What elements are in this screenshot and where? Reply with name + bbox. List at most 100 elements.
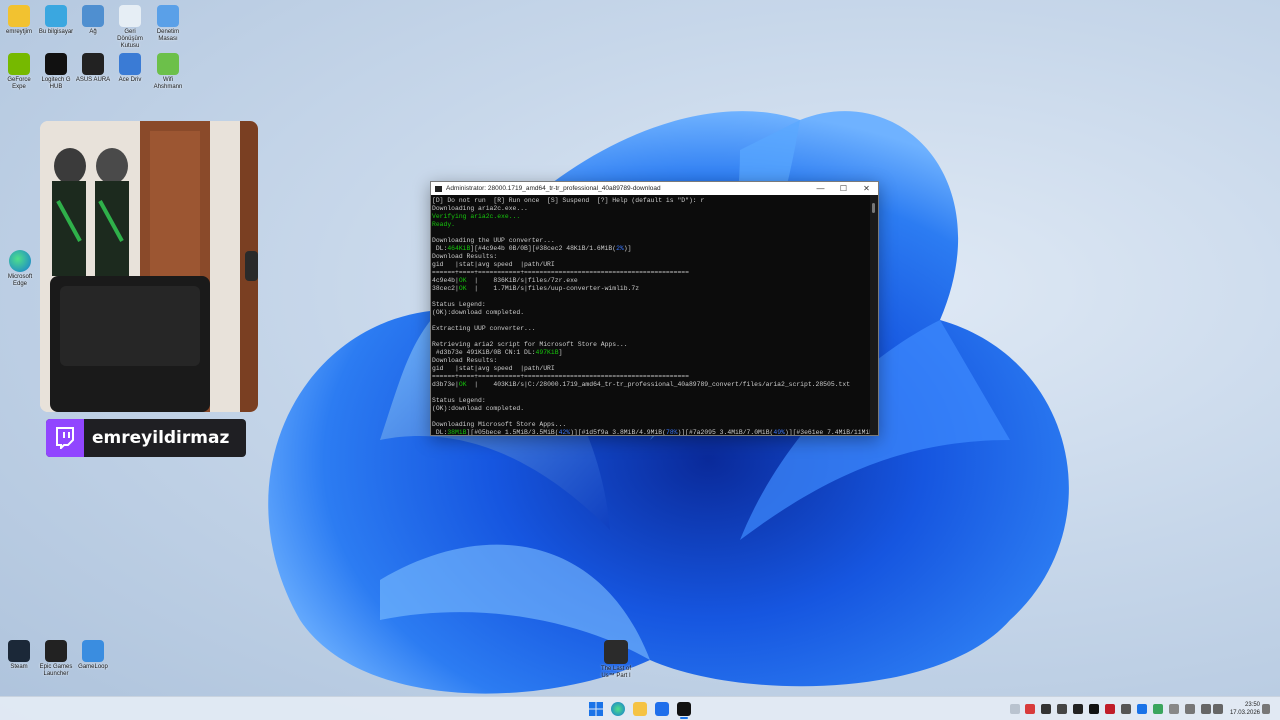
microphone-icon[interactable]	[1185, 704, 1195, 714]
terminal-line: DL:38MiB][#05bece 1.5MiB/3.5MiB(42%)][#1…	[432, 429, 870, 435]
terminal-line: 38cec2|OK | 1.7MiB/s|files/uup-converter…	[432, 285, 869, 293]
terminal-text: )]	[623, 245, 632, 252]
terminal-line: Downloading Microsoft Store Apps...	[432, 421, 869, 429]
terminal-text: 42%	[558, 429, 571, 435]
maximize-button[interactable]: ☐	[832, 184, 855, 193]
desktop-icon[interactable]: emreytjim	[1, 5, 37, 36]
game-icon	[604, 640, 628, 664]
terminal-text: ======+====+===========+================…	[432, 373, 689, 380]
bluetooth-icon[interactable]	[1137, 704, 1147, 714]
terminal-text: 464KiB	[447, 245, 471, 252]
terminal-line: gid |stat|avg speed |path/URI	[432, 261, 869, 269]
terminal-line: Retrieving aria2 script for Microsoft St…	[432, 341, 869, 349]
tray-steam-icon[interactable]	[1041, 704, 1051, 714]
terminal-text: 2%	[616, 245, 624, 252]
terminal-text: 49%	[773, 429, 785, 435]
desktop-icon[interactable]: ASUS AURA	[75, 53, 111, 84]
network-icon[interactable]	[1201, 704, 1211, 714]
twitch-username: emreyildirmaz	[92, 428, 230, 448]
desktop-icon[interactable]: Wifi Ahshmann	[150, 53, 186, 91]
active-indicator	[680, 717, 688, 719]
desktop-icon[interactable]: Steam	[1, 640, 37, 671]
terminal-line: gid |stat|avg speed |path/URI	[432, 365, 869, 373]
desktop-icon[interactable]: Denetim Masası	[150, 5, 186, 43]
terminal-text: Retrieving aria2 script for Microsoft St…	[432, 341, 628, 348]
terminal-text: Downloading Microsoft Store Apps...	[432, 421, 567, 428]
terminal-text: ][#05bece 1.5MiB/3.5MiB(	[466, 429, 559, 435]
terminal-text: Status Legend:	[432, 397, 486, 404]
tray-app-icon[interactable]	[1057, 704, 1067, 714]
store-icon[interactable]	[655, 702, 669, 716]
app-icon	[8, 5, 30, 27]
terminal-line: Downloading the UUP converter...	[432, 237, 869, 245]
app-icon	[119, 53, 141, 75]
tray-app-icon[interactable]	[1025, 704, 1035, 714]
terminal-text: #d3b73e 491KiB/0B CN:1 DL:	[432, 349, 536, 356]
file-explorer-icon[interactable]	[633, 702, 647, 716]
clock[interactable]: 23:50 17.03.2026	[1230, 701, 1260, 717]
desktop-icon-label: Bu bilgisayar	[38, 29, 74, 35]
desktop-icon-game[interactable]: The Last of Us™ Part I	[598, 640, 634, 680]
desktop-icon-label: The Last of Us™ Part I	[600, 666, 632, 679]
terminal-titlebar[interactable]: Administrator: 28000.1719_amd64_tr-tr_pr…	[431, 182, 878, 195]
usb-icon[interactable]	[1169, 704, 1179, 714]
terminal-output[interactable]: [D] Do not run [R] Run once [S] Suspend …	[431, 195, 870, 435]
terminal-text: Extracting UUP converter...	[432, 325, 536, 332]
terminal-text: 38MiB	[447, 429, 467, 435]
desktop-icon[interactable]: Ağ	[75, 5, 111, 36]
tray-chevron-icon[interactable]	[1010, 704, 1020, 714]
app-icon	[8, 53, 30, 75]
scrollbar-thumb[interactable]	[872, 203, 875, 213]
desktop-icon[interactable]: Ace Driv	[112, 53, 148, 84]
tray-app-icon[interactable]	[1121, 704, 1131, 714]
terminal-line: Verifying aria2c.exe...	[432, 213, 869, 221]
desktop-icon[interactable]: GameLoop	[75, 640, 111, 671]
terminal-line: ======+====+===========+================…	[432, 269, 869, 277]
terminal-text: OK	[458, 381, 467, 388]
terminal-text: ][#4c9e4b 0B/0B][#38cec2 48KiB/1.6MiB(	[470, 245, 617, 252]
desktop-icon-label: Steam	[10, 664, 28, 670]
desktop-icon-edge[interactable]: Microsoft Edge	[2, 250, 38, 288]
terminal-scrollbar[interactable]	[870, 195, 878, 435]
close-button[interactable]: ✕	[855, 184, 878, 193]
terminal-text: )][#7a2095 3.4MiB/7.0MiB(	[677, 429, 774, 435]
desktop-icon[interactable]: Epic Games Launcher	[38, 640, 74, 678]
tray-app-icon[interactable]	[1105, 704, 1115, 714]
minimize-button[interactable]: —	[809, 184, 832, 193]
terminal-window[interactable]: Administrator: 28000.1719_amd64_tr-tr_pr…	[430, 181, 879, 436]
taskbar: 23:50 17.03.2026	[0, 696, 1280, 720]
terminal-text: Status Legend:	[432, 301, 486, 308]
terminal-taskbar-icon[interactable]	[677, 702, 691, 716]
terminal-text: | 836KiB/s|files/7zr.exe	[466, 277, 578, 284]
terminal-text: 38cec2|	[432, 285, 459, 292]
webcam-overlay	[40, 121, 258, 412]
desktop-icon[interactable]: Geri Dönüşüm Kutusu	[112, 5, 148, 50]
volume-icon[interactable]	[1213, 704, 1223, 714]
terminal-line: Ready.	[432, 221, 869, 229]
terminal-text: d3b73e|	[432, 381, 459, 388]
edge-taskbar-icon[interactable]	[611, 702, 625, 716]
terminal-text: 78%	[665, 429, 678, 435]
notification-icon[interactable]	[1262, 704, 1270, 714]
desktop-icon[interactable]: Bu bilgisayar	[38, 5, 74, 36]
terminal-text: gid |stat|avg speed |path/URI	[432, 261, 555, 268]
terminal-text: Download Results:	[432, 253, 498, 260]
app-icon	[157, 5, 179, 27]
terminal-text: Downloading aria2c.exe...	[432, 205, 528, 212]
terminal-text: Ready.	[432, 221, 456, 228]
edge-icon	[9, 250, 31, 272]
tray-app-icon[interactable]	[1153, 704, 1163, 714]
desktop-icon[interactable]: Logitech G HUB	[38, 53, 74, 91]
desktop-icon[interactable]: GeForce Expe	[1, 53, 37, 91]
tray-app-icon[interactable]	[1089, 704, 1099, 714]
start-icon[interactable]	[589, 702, 603, 716]
tray-app-icon[interactable]	[1073, 704, 1083, 714]
terminal-line: [D] Do not run [R] Run once [S] Suspend …	[432, 197, 869, 205]
terminal-text: DL:	[432, 429, 448, 435]
desktop-icon-label: Ağ	[89, 29, 97, 35]
desktop-icon-label: Microsoft Edge	[7, 274, 33, 287]
